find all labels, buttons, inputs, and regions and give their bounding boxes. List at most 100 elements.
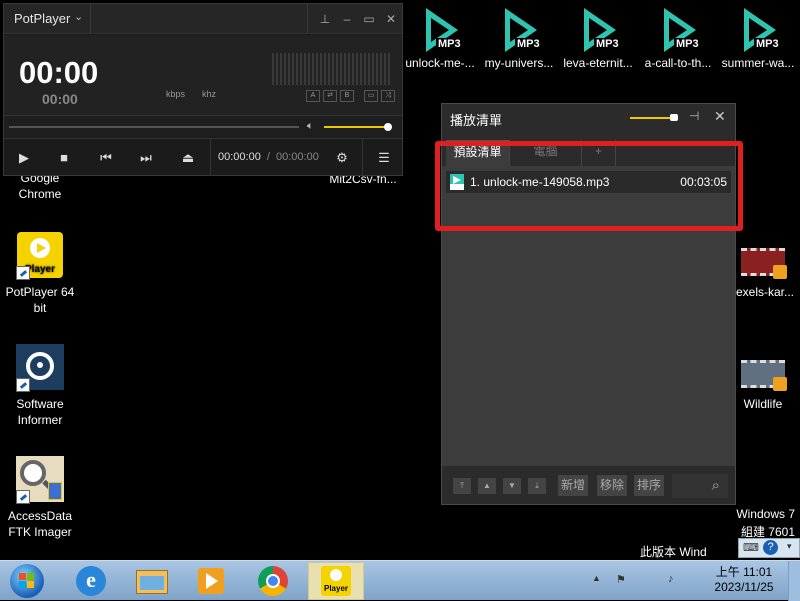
minimize-icon[interactable]: –: [336, 4, 358, 34]
volume-slider[interactable]: [324, 126, 388, 128]
windows-watermark-line3: 此版本 Wind: [640, 543, 724, 560]
taskbar-chrome[interactable]: [246, 562, 302, 600]
taskbar-media-player[interactable]: [184, 562, 240, 600]
current-time: 00:00:00: [218, 151, 261, 163]
desktop-icon-pexels[interactable]: exels-kar...: [726, 248, 800, 300]
playlist-volume-handle[interactable]: [670, 114, 678, 121]
help-icon[interactable]: ?: [763, 540, 778, 555]
volume-slider-handle[interactable]: [384, 123, 392, 131]
video-thumbnail-icon: [741, 248, 787, 279]
menu-icon[interactable]: ☰: [364, 139, 404, 176]
repeat-toggle-button[interactable]: ⇄: [323, 90, 337, 102]
desktop-icon-wildlife[interactable]: Wildlife: [726, 360, 800, 412]
divider: [210, 139, 211, 176]
speaker-icon[interactable]: 🔈︎: [307, 120, 314, 133]
taskbar-internet-explorer[interactable]: e: [64, 562, 120, 600]
desktop-icon-software-informer[interactable]: Software Informer: [0, 344, 80, 428]
potplayer-menu-button[interactable]: PotPlayer: [14, 11, 70, 26]
playlist-toolbar: ⤒ ▲ ▼ ⤓ 新增 移除 排序 ⌕: [442, 466, 735, 504]
mp3-file-icon-1[interactable]: MP3 unlock-me-...: [400, 4, 480, 70]
mp3-play-icon: MP3: [497, 4, 542, 54]
close-icon[interactable]: ✕: [714, 108, 726, 125]
current-time-large: 00:00: [19, 55, 99, 90]
move-top-icon[interactable]: ⤒: [453, 478, 471, 494]
clock-date: 2023/11/25: [714, 580, 774, 594]
potplayer-icon: Player: [321, 566, 351, 596]
file-label: my-univers...: [484, 56, 554, 70]
previous-icon[interactable]: ⏮︎: [86, 139, 126, 176]
repeat-b-button[interactable]: B: [340, 90, 354, 102]
screen-icon[interactable]: ▭: [364, 90, 378, 102]
highlight-annotation: [435, 141, 743, 231]
taskbar-potplayer[interactable]: Player: [308, 562, 364, 600]
windows-start-icon: [10, 564, 44, 598]
close-icon[interactable]: ✕: [380, 4, 402, 34]
bitrate-label: kbps: [166, 89, 186, 99]
seek-row: 🔈︎: [4, 115, 402, 137]
icon-label: Wildlife: [743, 397, 783, 411]
search-icon[interactable]: ⌕: [672, 474, 728, 498]
pin-icon[interactable]: ⊥: [314, 4, 336, 34]
gear-icon[interactable]: ⚙: [322, 139, 362, 176]
sort-button[interactable]: 排序: [634, 475, 665, 496]
desktop-icon-potplayer[interactable]: Player PotPlayer 64 bit: [0, 232, 80, 316]
mp3-badge: MP3: [674, 38, 701, 50]
taskbar-clock[interactable]: 上午 11:01 2023/11/25: [704, 565, 784, 595]
potplayer-titlebar[interactable]: PotPlayer ⌄ ⊥ – ▭ ✕: [4, 4, 402, 34]
repeat-a-button[interactable]: A: [306, 90, 320, 102]
watermark-line: 此版本 Wind: [640, 545, 707, 559]
shuffle-icon[interactable]: ⤨: [381, 90, 395, 102]
taskbar-file-explorer[interactable]: [124, 562, 180, 600]
move-up-icon[interactable]: ▲: [478, 478, 496, 494]
mp3-badge: MP3: [594, 38, 621, 50]
mp3-play-icon: MP3: [418, 4, 463, 54]
move-down-icon[interactable]: ▼: [503, 478, 521, 494]
divider: [307, 4, 308, 34]
desktop-icon-ftk-imager[interactable]: AccessData FTK Imager: [0, 456, 80, 540]
chevron-down-icon[interactable]: ⌄: [74, 10, 83, 23]
spectrum-visualizer: [272, 53, 392, 85]
file-label: a-call-to-th...: [644, 56, 712, 70]
icon-label: PotPlayer 64 bit: [5, 285, 75, 315]
maximize-icon[interactable]: ▭: [358, 4, 380, 34]
total-time-small: 00:00: [42, 91, 78, 107]
add-button[interactable]: 新增: [558, 475, 589, 496]
show-hidden-icons-button[interactable]: ▲: [592, 573, 604, 585]
desktop: MP3 unlock-me-... MP3 my-univers... MP3 …: [0, 0, 800, 560]
seek-bar[interactable]: [9, 126, 299, 128]
playlist-titlebar[interactable]: 播放清單 ⊣ ✕: [442, 104, 735, 132]
mp3-file-icon-5[interactable]: MP3 summer-wa...: [718, 4, 798, 70]
mp3-badge: MP3: [436, 38, 463, 50]
mp3-play-icon: MP3: [656, 4, 701, 54]
playback-time: 00:00:00 / 00:00:00: [218, 151, 319, 163]
chevron-down-icon[interactable]: ▾: [787, 541, 792, 552]
mp3-badge: MP3: [754, 38, 781, 50]
pin-icon[interactable]: ⊣: [689, 109, 699, 123]
windows-watermark: Windows 7 組建 7601: [700, 507, 795, 540]
potplayer-window[interactable]: PotPlayer ⌄ ⊥ – ▭ ✕ 00:00 00:00 kbps khz…: [3, 3, 403, 176]
show-desktop-button[interactable]: [788, 561, 800, 601]
volume-icon[interactable]: ♪: [668, 573, 682, 587]
move-bottom-icon[interactable]: ⤓: [528, 478, 546, 494]
duration: 00:00:00: [276, 151, 319, 163]
play-icon[interactable]: ▶: [4, 139, 44, 176]
taskbar: e Player ▲ ⚑ ♪ 上午 11:01 2023/11/25: [0, 560, 800, 601]
next-icon[interactable]: ⏭︎: [126, 139, 166, 176]
shortcut-arrow-icon: [16, 266, 30, 280]
shortcut-arrow-icon: [16, 378, 30, 392]
video-thumbnail-icon: [741, 360, 787, 391]
mp3-file-icon-2[interactable]: MP3 my-univers...: [479, 4, 559, 70]
stop-icon[interactable]: ■: [44, 139, 84, 176]
mp3-file-icon-3[interactable]: MP3 leva-eternit...: [558, 4, 638, 70]
eject-icon[interactable]: ⏏︎: [168, 139, 208, 176]
shortcut-arrow-icon: [16, 490, 30, 504]
mp3-file-icon-4[interactable]: MP3 a-call-to-th...: [638, 4, 718, 70]
playlist-title: 播放清單: [450, 113, 503, 128]
clock-time: 上午 11:01: [715, 565, 773, 579]
media-player-icon: [198, 568, 224, 594]
language-bar[interactable]: ⌨ ? ▾: [738, 538, 800, 558]
remove-button[interactable]: 移除: [597, 475, 628, 496]
flag-icon[interactable]: ⚑: [616, 573, 628, 587]
mp3-play-icon: MP3: [736, 4, 781, 54]
start-button[interactable]: [4, 562, 52, 600]
